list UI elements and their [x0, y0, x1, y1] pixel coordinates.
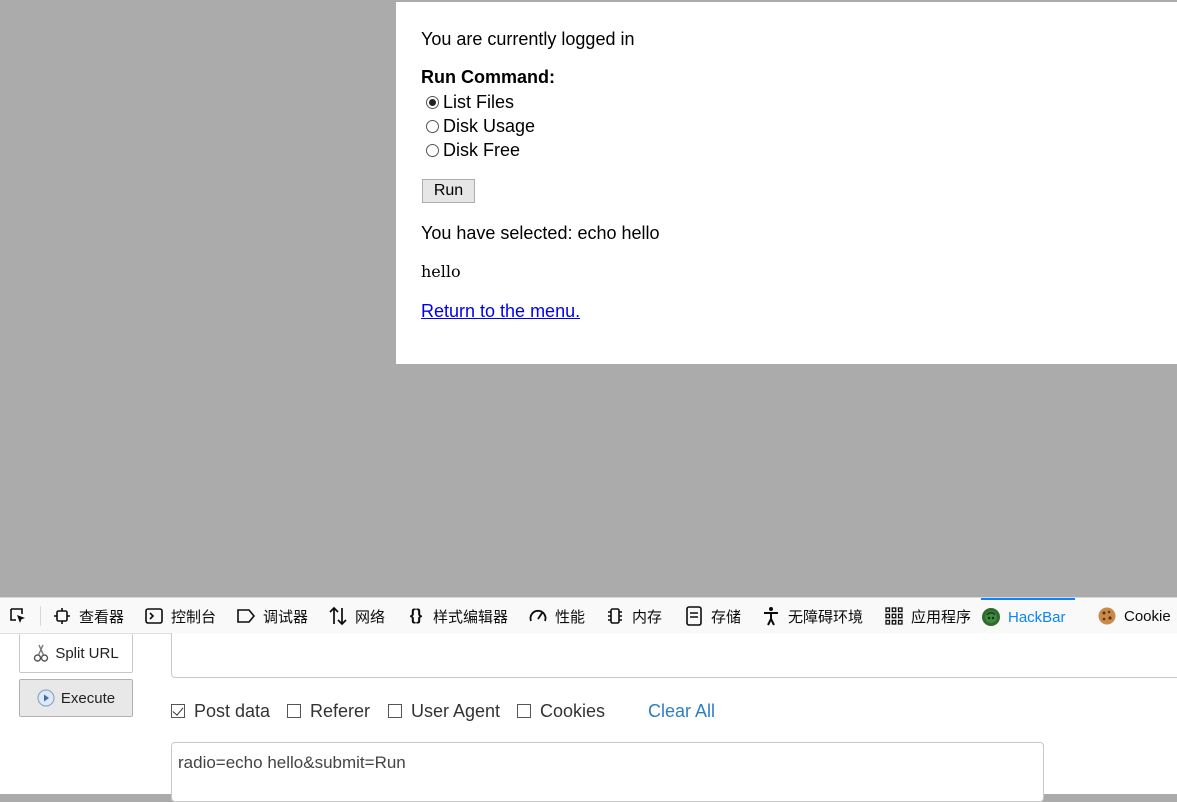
devtools-toolbar: 查看器 控制台 调试器 网络 {} 样式编辑器 性能 内存 存储 无障碍环境 应…	[0, 597, 1177, 634]
tab-performance[interactable]: 性能	[528, 598, 585, 634]
cookies-checkbox[interactable]	[517, 704, 531, 718]
radio-label-disk-usage: Disk Usage	[443, 115, 536, 136]
hackbar-panel: Split URL Execute Post data Referer User…	[0, 633, 1177, 802]
radio-option-disk-usage[interactable]: Disk Usage	[426, 115, 535, 137]
tab-application-label: 应用程序	[911, 608, 972, 626]
tab-performance-label: 性能	[555, 608, 586, 626]
tab-debugger-label: 调试器	[263, 608, 309, 626]
cookies-option[interactable]: Cookies	[517, 701, 605, 721]
tab-console-label: 控制台	[171, 608, 217, 626]
toolbar-separator	[40, 606, 41, 626]
referer-checkbox[interactable]	[287, 704, 301, 718]
tab-accessibility-label: 无障碍环境	[788, 608, 864, 626]
tab-inspector[interactable]: 查看器	[52, 598, 124, 634]
tab-memory-label: 内存	[632, 608, 663, 626]
referer-option[interactable]: Referer	[287, 701, 370, 721]
debugger-icon	[236, 606, 256, 626]
element-picker-button[interactable]	[8, 598, 35, 634]
tab-style-editor-label: 样式编辑器	[433, 608, 509, 626]
accessibility-icon	[761, 606, 781, 626]
style-editor-icon: {}	[409, 607, 423, 624]
tab-debugger[interactable]: 调试器	[236, 598, 308, 634]
tab-inspector-label: 查看器	[79, 608, 125, 626]
web-page-content: You are currently logged in Run Command:…	[396, 2, 1177, 364]
tab-style-editor[interactable]: {} 样式编辑器	[406, 598, 508, 634]
post-data-label: Post data	[194, 700, 271, 721]
radio-label-disk-free: Disk Free	[443, 139, 521, 160]
post-data-checkbox[interactable]	[171, 704, 185, 718]
tab-accessibility[interactable]: 无障碍环境	[761, 598, 863, 634]
run-button[interactable]: Run	[422, 179, 475, 203]
referer-label: Referer	[310, 700, 371, 721]
user-agent-option[interactable]: User Agent	[388, 701, 500, 721]
tab-storage[interactable]: 存储	[684, 598, 741, 634]
tab-network-label: 网络	[355, 608, 386, 626]
run-command-heading: Run Command:	[421, 67, 555, 87]
user-agent-label: User Agent	[411, 700, 501, 721]
cookie-icon	[1097, 606, 1117, 626]
execute-button[interactable]: Execute	[19, 679, 133, 717]
split-url-label: Split URL	[55, 644, 119, 662]
radio-button-disk-free[interactable]	[426, 143, 439, 157]
radio-option-disk-free[interactable]: Disk Free	[426, 139, 520, 161]
tab-application[interactable]: 应用程序	[884, 598, 971, 634]
tab-cookie-label: Cookie	[1124, 607, 1171, 625]
tab-hackbar-label: HackBar	[1008, 608, 1066, 626]
post-data-option[interactable]: Post data	[171, 701, 270, 721]
scissors-icon	[33, 643, 49, 663]
tab-hackbar[interactable]: HackBar	[981, 598, 1075, 634]
split-url-button[interactable]: Split URL	[19, 634, 133, 673]
element-picker-icon	[8, 606, 28, 626]
command-output: hello	[421, 262, 461, 281]
inspector-icon	[52, 606, 72, 626]
url-input[interactable]	[171, 633, 1177, 678]
tab-storage-label: 存储	[711, 608, 742, 626]
clear-all-link[interactable]: Clear All	[648, 701, 715, 722]
radio-label-list-files: List Files	[443, 91, 515, 112]
selected-command-text: You have selected: echo hello	[421, 223, 660, 243]
performance-icon	[528, 606, 548, 626]
tab-cookie[interactable]: Cookie	[1097, 598, 1171, 634]
tab-console[interactable]: 控制台	[144, 598, 216, 634]
tab-network[interactable]: 网络	[328, 598, 385, 634]
radio-button-list-files[interactable]	[426, 95, 439, 109]
play-icon	[37, 689, 55, 707]
hackbar-icon	[981, 607, 1001, 627]
cookies-label: Cookies	[540, 700, 606, 721]
network-icon	[328, 606, 348, 626]
memory-icon	[605, 606, 625, 626]
user-agent-checkbox[interactable]	[388, 704, 402, 718]
return-to-menu-link[interactable]: Return to the menu.	[421, 301, 580, 322]
post-data-input[interactable]: radio=echo hello&submit=Run	[171, 742, 1044, 802]
console-icon	[144, 606, 164, 626]
application-icon	[884, 606, 904, 626]
tab-memory[interactable]: 内存	[605, 598, 662, 634]
execute-label: Execute	[60, 689, 116, 707]
radio-option-list-files[interactable]: List Files	[426, 91, 514, 113]
login-status-text: You are currently logged in	[421, 29, 635, 49]
storage-icon	[684, 606, 704, 626]
radio-button-disk-usage[interactable]	[426, 119, 439, 133]
